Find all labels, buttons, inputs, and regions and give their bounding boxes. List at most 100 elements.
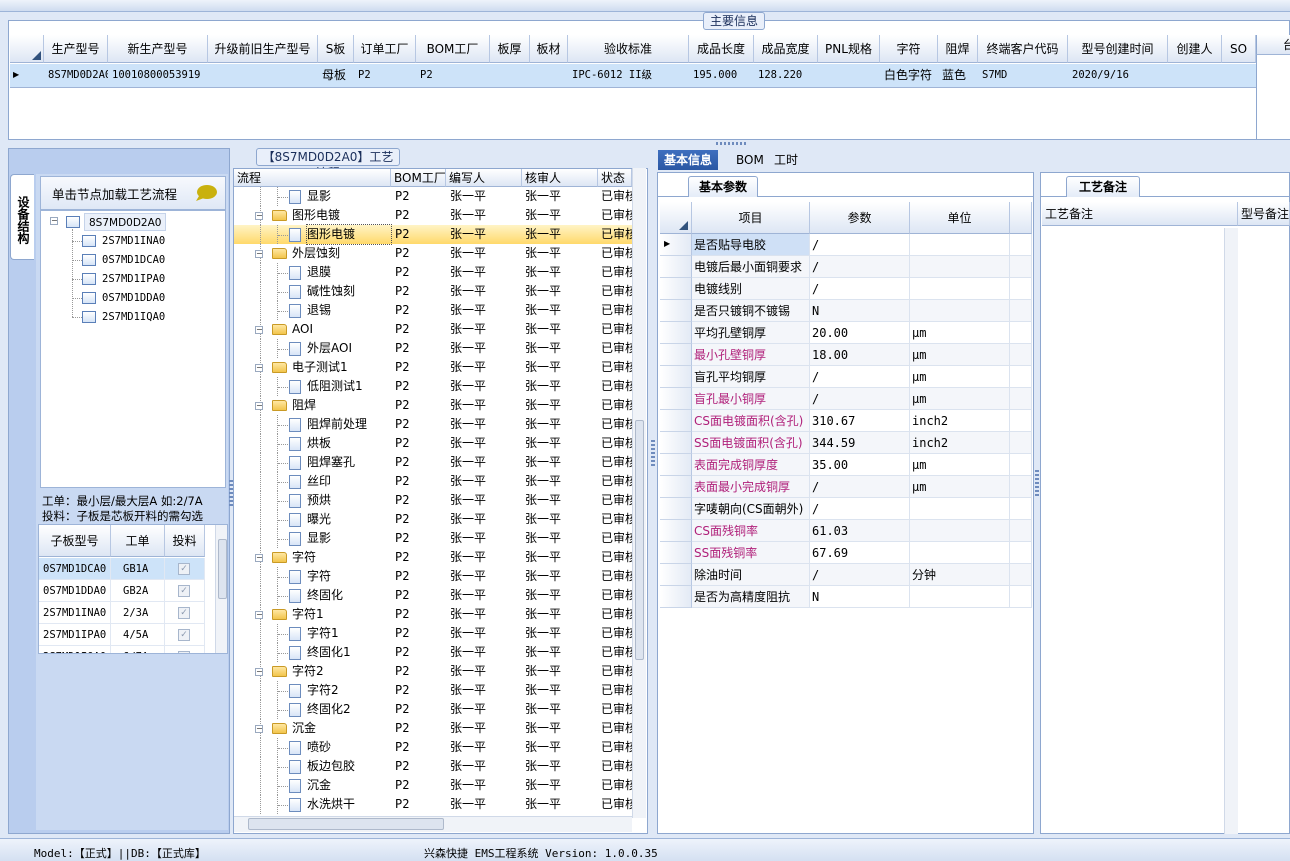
tree-child-node[interactable]: 0S7MD1DCA0: [102, 251, 165, 269]
feed-checkbox[interactable]: ✓: [178, 629, 190, 641]
params-row-header[interactable]: [660, 498, 692, 520]
flow-vertical-scrollbar[interactable]: [632, 168, 646, 818]
main-column-header[interactable]: 型号创建时间: [1068, 35, 1168, 63]
feed-checkbox[interactable]: ✓: [178, 563, 190, 575]
tab-basic-info[interactable]: 基本信息: [658, 150, 719, 170]
flow-step-row[interactable]: 烘板 P2 张一平 张一平 已审核: [234, 434, 632, 453]
flow-collapse-toggle[interactable]: −: [255, 212, 263, 220]
flow-step-row[interactable]: 退锡 P2 张一平 张一平 已审核: [234, 301, 632, 320]
tree-child-node[interactable]: 2S7MD1IPA0: [102, 270, 165, 288]
flow-step-row[interactable]: 水洗烘干 P2 张一平 张一平 已审核: [234, 795, 632, 814]
flow-group-row[interactable]: − 图形电镀 P2 张一平 张一平 已审核: [234, 206, 632, 225]
params-row-header[interactable]: [660, 476, 692, 498]
flow-step-row[interactable]: 阻焊前处理 P2 张一平 张一平 已审核: [234, 415, 632, 434]
flow-collapse-toggle[interactable]: −: [255, 364, 263, 372]
flow-collapse-toggle[interactable]: −: [255, 668, 263, 676]
params-row-header[interactable]: [660, 542, 692, 564]
flow-step-row[interactable]: 终固化 P2 张一平 张一平 已审核: [234, 586, 632, 605]
flow-step-row[interactable]: 丝印 P2 张一平 张一平 已审核: [234, 472, 632, 491]
main-column-header[interactable]: 验收标准: [568, 35, 689, 63]
main-column-header[interactable]: 生产型号: [44, 35, 108, 63]
tab-basic-params[interactable]: 基本参数: [688, 176, 758, 197]
param-value-cell[interactable]: 67.69: [810, 542, 910, 564]
tree-child-node[interactable]: 2S7MD1INA0: [102, 232, 165, 250]
param-value-cell[interactable]: /: [810, 476, 910, 498]
param-value-cell[interactable]: 20.00: [810, 322, 910, 344]
device-structure-tab[interactable]: 设备结构: [10, 174, 34, 260]
flow-group-row[interactable]: − 字符 P2 张一平 张一平 已审核: [234, 548, 632, 567]
tree-child-node[interactable]: 2S7MD1IQA0: [102, 308, 165, 326]
flow-group-row[interactable]: − 字符1 P2 张一平 张一平 已审核: [234, 605, 632, 624]
flow-step-row[interactable]: 显影 P2 张一平 张一平 已审核: [234, 187, 632, 206]
bom-factory-header[interactable]: BOM工厂: [391, 169, 446, 187]
flow-group-row[interactable]: − 阻焊 P2 张一平 张一平 已审核: [234, 396, 632, 415]
splitter-grip-right[interactable]: [1035, 470, 1039, 498]
flow-group-row[interactable]: − 电子测试1 P2 张一平 张一平 已审核: [234, 358, 632, 377]
flow-step-row[interactable]: 图形电镀P2 张一平 张一平 已审核: [234, 224, 632, 245]
param-value-cell[interactable]: 35.00: [810, 454, 910, 476]
flow-collapse-toggle[interactable]: −: [255, 326, 263, 334]
tree-root-node[interactable]: 8S7MD0D2A0: [84, 213, 167, 231]
work-order-header[interactable]: 工单: [111, 525, 165, 557]
sub-table-scroll-thumb[interactable]: [218, 539, 227, 599]
params-row-header[interactable]: [660, 388, 692, 410]
flow-step-row[interactable]: 外层AOI P2 张一平 张一平 已审核: [234, 339, 632, 358]
item-header[interactable]: 项目: [692, 202, 810, 234]
param-value-cell[interactable]: /: [810, 234, 910, 256]
flow-step-row[interactable]: 喷砂 P2 张一平 张一平 已审核: [234, 738, 632, 757]
main-column-header[interactable]: 终端客户代码: [978, 35, 1068, 63]
unit-header[interactable]: 单位: [910, 202, 1010, 234]
flow-horizontal-scroll-thumb[interactable]: [248, 818, 444, 830]
flow-step-row[interactable]: 碱性蚀刻 P2 张一平 张一平 已审核: [234, 282, 632, 301]
param-value-cell[interactable]: /: [810, 388, 910, 410]
main-column-header[interactable]: 升级前旧生产型号: [208, 35, 318, 63]
sub-model-header[interactable]: 子板型号: [39, 525, 111, 557]
flow-collapse-toggle[interactable]: −: [255, 554, 263, 562]
main-column-header[interactable]: 板材: [530, 35, 568, 63]
tab-craft-notes[interactable]: 工艺备注: [1066, 176, 1140, 197]
feed-header[interactable]: 投料: [165, 525, 205, 557]
param-value-cell[interactable]: 18.00: [810, 344, 910, 366]
status-header[interactable]: 状态: [598, 169, 632, 187]
flow-collapse-toggle[interactable]: −: [255, 250, 263, 258]
params-row-header[interactable]: [660, 410, 692, 432]
param-value-cell[interactable]: 310.67: [810, 410, 910, 432]
main-column-header[interactable]: 新生产型号: [108, 35, 208, 63]
main-column-header[interactable]: BOM工厂: [416, 35, 490, 63]
flow-collapse-toggle[interactable]: −: [255, 611, 263, 619]
params-row-header[interactable]: ▶: [660, 234, 692, 256]
splitter-grip-mid[interactable]: [651, 440, 655, 468]
params-row-header[interactable]: [660, 256, 692, 278]
params-row-header[interactable]: [660, 586, 692, 608]
params-row-header[interactable]: [660, 278, 692, 300]
params-row-header[interactable]: [660, 366, 692, 388]
param-value-cell[interactable]: /: [810, 256, 910, 278]
param-value-cell[interactable]: /: [810, 278, 910, 300]
flow-group-row[interactable]: − AOI P2 张一平 张一平 已审核: [234, 320, 632, 339]
params-row-header[interactable]: [660, 300, 692, 322]
main-column-header[interactable]: 创建人: [1168, 35, 1222, 63]
main-column-header[interactable]: 成品宽度: [754, 35, 818, 63]
params-row-header[interactable]: [660, 520, 692, 542]
flow-step-row[interactable]: 终固化1 P2 张一平 张一平 已审核: [234, 643, 632, 662]
main-column-header[interactable]: 订单工厂: [354, 35, 416, 63]
tab-work-hours[interactable]: 工时: [768, 150, 804, 170]
param-value-cell[interactable]: /: [810, 564, 910, 586]
flow-step-row[interactable]: 沉金 P2 张一平 张一平 已审核: [234, 776, 632, 795]
main-column-header[interactable]: PNL规格: [818, 35, 880, 63]
flow-step-row[interactable]: 曝光 P2 张一平 张一平 已审核: [234, 510, 632, 529]
param-value-cell[interactable]: 344.59: [810, 432, 910, 454]
tab-bom[interactable]: BOM: [730, 150, 770, 170]
param-value-cell[interactable]: N: [810, 586, 910, 608]
flow-step-row[interactable]: 字符1 P2 张一平 张一平 已审核: [234, 624, 632, 643]
flow-group-row[interactable]: − 字符2 P2 张一平 张一平 已审核: [234, 662, 632, 681]
param-value-cell[interactable]: N: [810, 300, 910, 322]
feed-checkbox[interactable]: ✓: [178, 607, 190, 619]
notes-vertical-scrollbar[interactable]: [1224, 228, 1238, 834]
flow-step-row[interactable]: 板边包胶 P2 张一平 张一平 已审核: [234, 757, 632, 776]
params-row-header[interactable]: [660, 454, 692, 476]
flow-collapse-toggle[interactable]: −: [255, 725, 263, 733]
splitter-grip-top[interactable]: [716, 142, 748, 145]
param-value-cell[interactable]: /: [810, 366, 910, 388]
sub-table-scrollbar[interactable]: [215, 525, 227, 653]
